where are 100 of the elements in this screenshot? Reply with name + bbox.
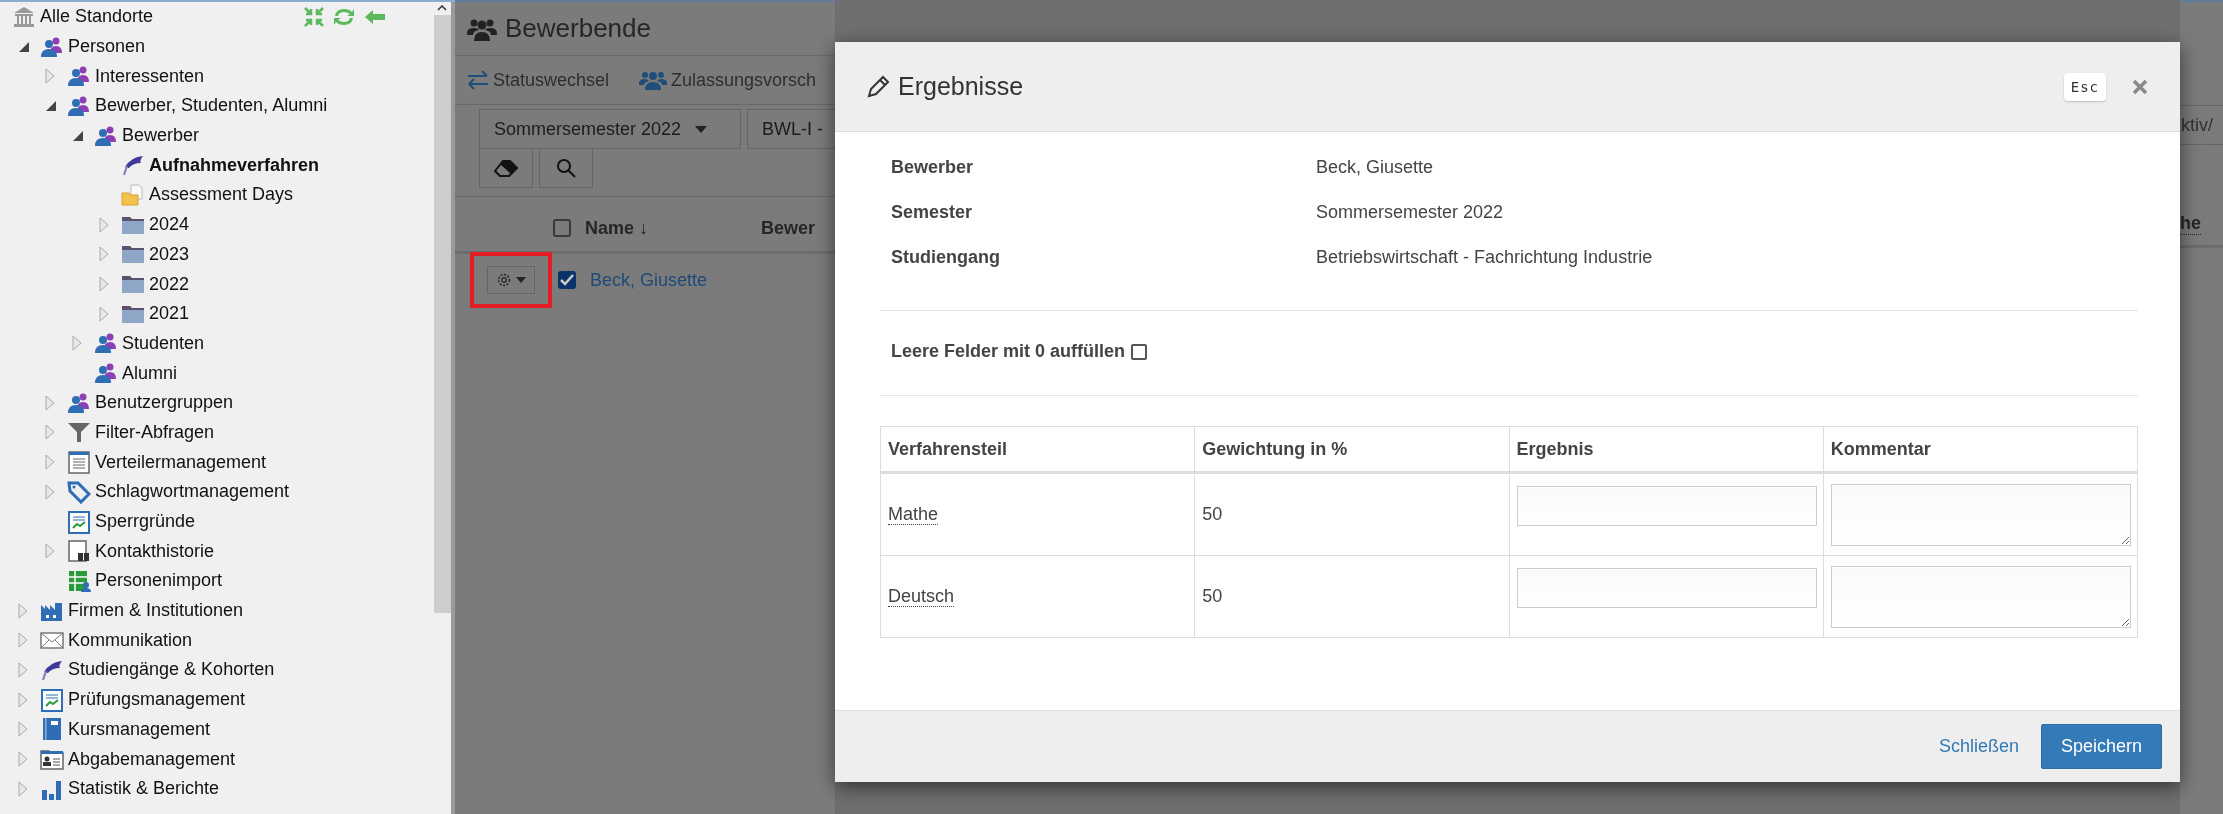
- dialog-title: Ergebnisse: [898, 72, 1025, 101]
- row-actions-button[interactable]: [487, 266, 535, 294]
- expand-arrow-icon[interactable]: [18, 751, 28, 768]
- bank-icon: [12, 4, 36, 29]
- expand-arrow-icon[interactable]: [18, 721, 28, 738]
- tree-item[interactable]: Kommunikation: [0, 625, 433, 656]
- expand-arrow-icon[interactable]: [18, 602, 28, 619]
- expand-arrow-icon[interactable]: [45, 454, 55, 471]
- column-header: Verfahrensteil: [880, 426, 1195, 473]
- tree-item[interactable]: Benutzergruppen: [0, 387, 433, 418]
- tree-item[interactable]: Studiengänge & Kohorten: [0, 655, 433, 685]
- checkbox-label: Leere Felder mit 0 auffüllen: [891, 341, 1126, 362]
- filter-icon: [67, 420, 91, 445]
- expand-arrow-icon[interactable]: [45, 483, 55, 500]
- expand-arrow-icon[interactable]: [99, 246, 109, 263]
- save-button[interactable]: Speichern: [2040, 724, 2162, 769]
- swap-arrows-icon: [467, 70, 489, 90]
- result-field[interactable]: [1516, 567, 1817, 608]
- scroll-up-icon[interactable]: [437, 5, 447, 11]
- id-card-icon: [40, 747, 64, 772]
- tree-item[interactable]: Personenimport: [0, 566, 433, 596]
- expand-arrow-icon[interactable]: [72, 335, 82, 352]
- table-person-icon: [67, 568, 91, 593]
- tree-item[interactable]: 2024: [0, 209, 433, 240]
- collapse-arrow-icon[interactable]: [45, 99, 57, 112]
- tree-item[interactable]: Firmen & Institutionen: [0, 595, 433, 626]
- book-icon: [40, 717, 64, 742]
- tree-item[interactable]: Abgabemanagement: [0, 744, 433, 774]
- search-button[interactable]: [539, 148, 593, 188]
- row-checkbox[interactable]: [558, 271, 576, 289]
- close-link[interactable]: Schließen: [1938, 726, 2019, 767]
- checkmark-icon: [560, 274, 574, 286]
- close-icon[interactable]: [2132, 78, 2148, 95]
- collapse-arrow-icon[interactable]: [72, 129, 84, 142]
- field-label: Semester: [891, 201, 974, 224]
- tree-item[interactable]: Bewerber: [0, 120, 433, 151]
- expand-arrow-icon[interactable]: [18, 661, 28, 678]
- expand-arrow-icon[interactable]: [99, 216, 109, 233]
- tree-item[interactable]: Statistik & Berichte: [0, 773, 433, 804]
- tree-item[interactable]: Aufnahmeverfahren: [0, 150, 433, 181]
- select-all-checkbox[interactable]: [553, 219, 571, 237]
- expand-arrow-icon[interactable]: [99, 276, 109, 293]
- tree-item[interactable]: 2021: [0, 298, 433, 329]
- fill-zeros-checkbox[interactable]: [1131, 343, 1148, 360]
- tree-item[interactable]: Sperrgründe: [0, 506, 433, 537]
- part-link[interactable]: Mathe: [888, 504, 939, 525]
- caret-down-icon: [695, 125, 708, 133]
- tree-item[interactable]: Assessment Days: [0, 180, 433, 210]
- tree-item[interactable]: Filter-Abfragen: [0, 417, 433, 448]
- chart-document-icon: [40, 687, 64, 712]
- people-icon: [67, 64, 91, 89]
- search-icon: [556, 158, 576, 178]
- tree-item[interactable]: Prüfungsmanagement: [0, 684, 433, 715]
- folder-document-icon: [121, 182, 145, 207]
- people-icon: [94, 331, 118, 356]
- tree-item[interactable]: 2023: [0, 239, 433, 270]
- list-icon: [67, 450, 91, 475]
- collapse-arrow-icon[interactable]: [18, 40, 30, 53]
- field-value: Betriebswirtschaft - Fachrichtung Industrie: [1316, 246, 1654, 269]
- tree-item[interactable]: Alumni: [0, 358, 433, 388]
- filter-dropdown[interactable]: Sommersemester 2022: [479, 109, 741, 149]
- column-header[interactable]: Name ↓: [585, 217, 761, 239]
- pencil-icon: [866, 74, 890, 99]
- escape-key-hint: Esc: [2063, 72, 2106, 101]
- expand-arrow-icon[interactable]: [45, 543, 55, 560]
- expand-arrow-icon[interactable]: [45, 68, 55, 85]
- column-header: Ergebnis: [1509, 426, 1824, 473]
- comment-field[interactable]: [1830, 483, 2131, 546]
- expand-arrow-icon[interactable]: [45, 424, 55, 441]
- chart-document-icon: [67, 509, 91, 534]
- tree-item[interactable]: Interessenten: [0, 61, 433, 92]
- expand-arrow-icon[interactable]: [18, 632, 28, 649]
- tree-item[interactable]: Personen: [0, 31, 433, 62]
- tree-item[interactable]: Verteilermanagement: [0, 447, 433, 477]
- tree-item[interactable]: Bewerber, Studenten, Alumni: [0, 91, 433, 121]
- column-header[interactable]: Bewer: [761, 217, 816, 239]
- tree-item[interactable]: Kontakthistorie: [0, 536, 433, 567]
- tree-item[interactable]: 2022: [0, 269, 433, 299]
- field-value: Beck, Giusette: [1316, 156, 1435, 179]
- table-cell: 50: [1194, 555, 1509, 638]
- comment-field[interactable]: [1830, 565, 2131, 628]
- binoculars-document-icon: [67, 539, 91, 564]
- tree-item[interactable]: Kursmanagement: [0, 714, 433, 745]
- part-link[interactable]: Deutsch: [888, 586, 955, 607]
- tree-item[interactable]: Alle Standorte: [0, 2, 433, 32]
- caret-down-icon: [516, 277, 526, 283]
- tree-item[interactable]: Studenten: [0, 328, 433, 359]
- clear-button[interactable]: [479, 148, 533, 188]
- expand-arrow-icon[interactable]: [18, 780, 28, 797]
- expand-arrow-icon[interactable]: [18, 691, 28, 708]
- expand-arrow-icon[interactable]: [45, 394, 55, 411]
- people-icon: [94, 361, 118, 386]
- field-label: Studiengang: [891, 246, 1001, 269]
- collapse-all-icon[interactable]: [303, 5, 325, 28]
- result-field[interactable]: [1516, 485, 1817, 526]
- tree-item[interactable]: Schlagwortmanagement: [0, 477, 433, 507]
- tag-icon: [67, 479, 91, 504]
- expand-arrow-icon[interactable]: [99, 305, 109, 322]
- scrollbar[interactable]: [433, 2, 455, 814]
- field-label: Bewerber: [891, 156, 975, 179]
